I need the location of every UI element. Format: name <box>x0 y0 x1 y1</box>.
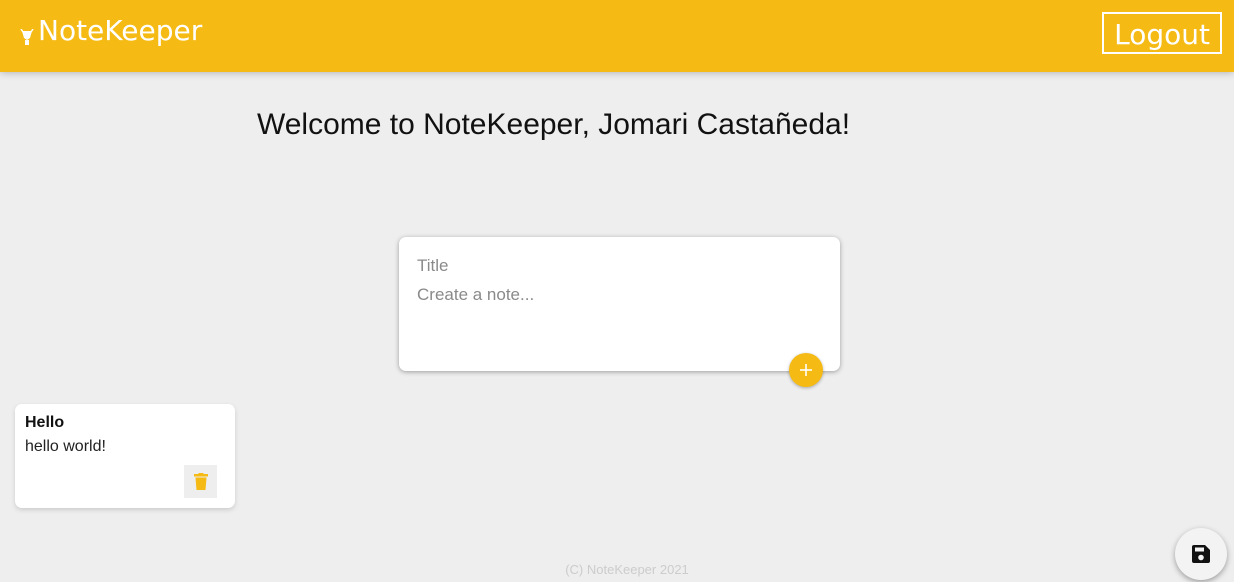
note-content: hello world! <box>25 438 106 455</box>
note-content-input[interactable] <box>417 285 817 345</box>
lightbulb-icon <box>20 21 34 45</box>
add-note-button[interactable] <box>789 353 823 387</box>
plus-icon <box>800 364 812 376</box>
note-title-input[interactable] <box>417 255 817 277</box>
app-header: NoteKeeper Logout <box>0 0 1234 72</box>
copyright-text: (C) NoteKeeper 2021 <box>565 562 689 577</box>
welcome-heading: Welcome to NoteKeeper, Jomari Castañeda! <box>256 108 851 141</box>
brand-name: NoteKeeper <box>38 14 203 47</box>
save-button[interactable] <box>1175 528 1227 580</box>
create-note-form <box>399 237 840 387</box>
logout-button[interactable]: Logout <box>1102 12 1222 54</box>
save-icon <box>1192 545 1210 563</box>
note-title: Hello <box>25 414 65 431</box>
brand: NoteKeeper <box>20 14 202 47</box>
delete-note-button[interactable] <box>184 465 217 498</box>
footer: (C) NoteKeeper 2021 <box>0 562 1234 577</box>
trash-icon <box>193 473 208 490</box>
note-card: Hello hello world! <box>15 404 235 508</box>
